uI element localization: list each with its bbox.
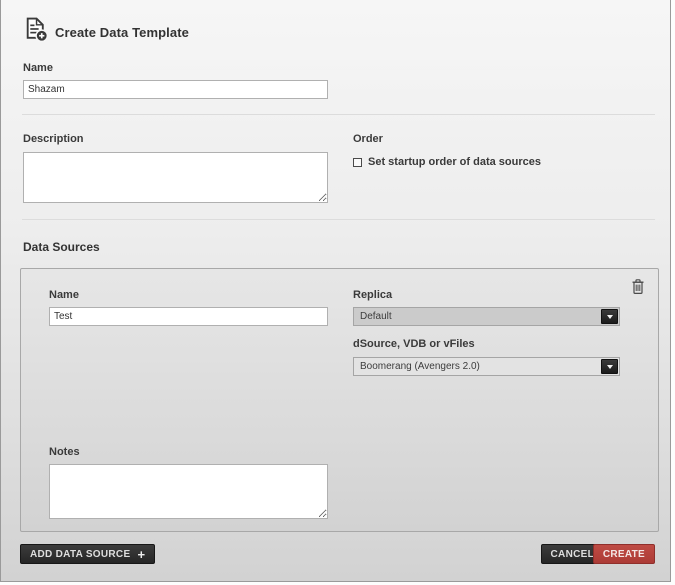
data-sources-heading: Data Sources: [23, 240, 100, 254]
dropdown-button[interactable]: [601, 309, 618, 324]
divider: [22, 114, 655, 115]
caret-down-icon: [607, 315, 613, 319]
startup-order-checkbox-row[interactable]: Set startup order of data sources: [353, 156, 541, 168]
startup-order-checkbox-label: Set startup order of data sources: [368, 156, 541, 168]
divider: [22, 219, 655, 220]
cancel-label: CANCEL: [551, 549, 594, 560]
add-data-source-label: ADD DATA SOURCE: [30, 549, 130, 560]
trash-icon[interactable]: [631, 279, 645, 300]
name-input[interactable]: [23, 80, 328, 99]
order-label: Order: [353, 133, 383, 145]
replica-selected-value: Default: [354, 311, 601, 322]
replica-dropdown[interactable]: Default: [353, 307, 620, 326]
description-label: Description: [23, 133, 84, 145]
description-textarea[interactable]: [23, 152, 328, 203]
notes-label: Notes: [49, 446, 80, 458]
checkbox-unchecked-icon[interactable]: [353, 158, 362, 167]
create-button[interactable]: CREATE: [593, 544, 655, 564]
page-title: Create Data Template: [55, 25, 189, 40]
plus-icon: +: [137, 548, 145, 561]
data-source-card: Name Replica Default dSource, VDB or vFi…: [20, 268, 659, 532]
add-data-source-button[interactable]: ADD DATA SOURCE +: [20, 544, 155, 564]
replica-label: Replica: [353, 289, 392, 301]
dialog-header: Create Data Template: [23, 17, 189, 47]
document-add-icon: [23, 17, 48, 47]
name-label: Name: [23, 62, 53, 74]
ds-name-label: Name: [49, 289, 79, 301]
dsource-label: dSource, VDB or vFiles: [353, 338, 475, 350]
ds-name-input[interactable]: [49, 307, 328, 326]
dsource-selected-value: Boomerang (Avengers 2.0): [354, 361, 601, 372]
create-data-template-dialog: Create Data Template Name Description Or…: [0, 0, 671, 582]
dsource-dropdown[interactable]: Boomerang (Avengers 2.0): [353, 357, 620, 376]
caret-down-icon: [607, 365, 613, 369]
notes-textarea[interactable]: [49, 464, 328, 519]
dropdown-button[interactable]: [601, 359, 618, 374]
create-label: CREATE: [603, 549, 645, 560]
